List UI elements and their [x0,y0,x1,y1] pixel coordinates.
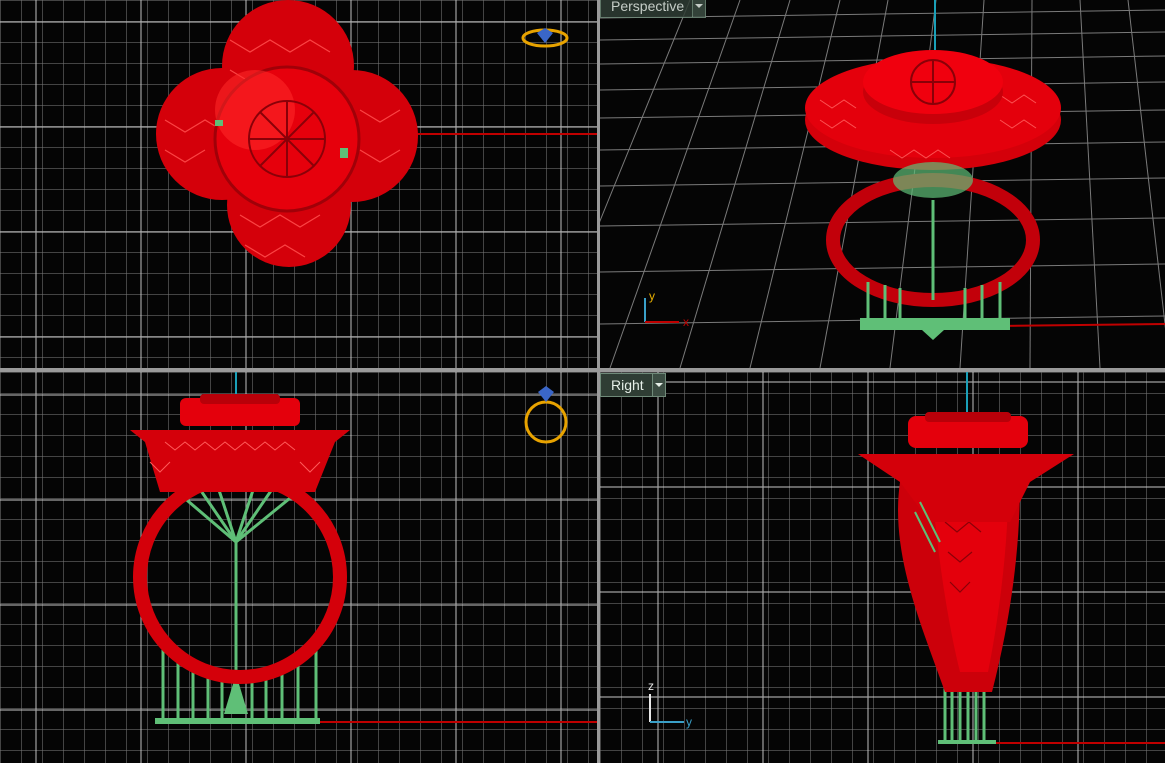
viewport-divider-horizontal[interactable] [0,368,1165,372]
ring-front-model [130,394,350,724]
axis-triad-icon: y x [644,289,689,329]
ring-perspective-model [805,50,1061,340]
ring-gizmo-icon [524,386,568,444]
top-view-canvas [0,0,597,368]
right-viewport-tab[interactable]: Right [600,373,666,397]
view-dropdown-icon[interactable] [651,374,665,396]
perspective-canvas: y x [600,0,1165,368]
x-axis-line [999,323,1165,327]
axis-y-label: y [649,289,655,303]
axis-z-label: z [648,679,654,693]
right-view-canvas: z y [600,372,1165,763]
axis-x-label: x [683,315,689,329]
perspective-viewport[interactable]: y x [600,0,1165,368]
top-viewport[interactable] [0,0,597,368]
axis-y-label: y [686,715,692,729]
right-viewport-title: Right [611,377,644,393]
front-viewport[interactable] [0,372,597,763]
ring-top-model [156,0,418,267]
right-viewport[interactable]: z y [600,372,1165,763]
front-view-canvas [0,372,597,763]
view-dropdown-icon[interactable] [692,0,706,17]
perspective-viewport-tab[interactable]: Perspective [600,0,707,18]
perspective-viewport-title: Perspective [611,0,685,14]
ring-right-model [858,412,1074,744]
axis-triad-icon: z y [648,679,692,729]
